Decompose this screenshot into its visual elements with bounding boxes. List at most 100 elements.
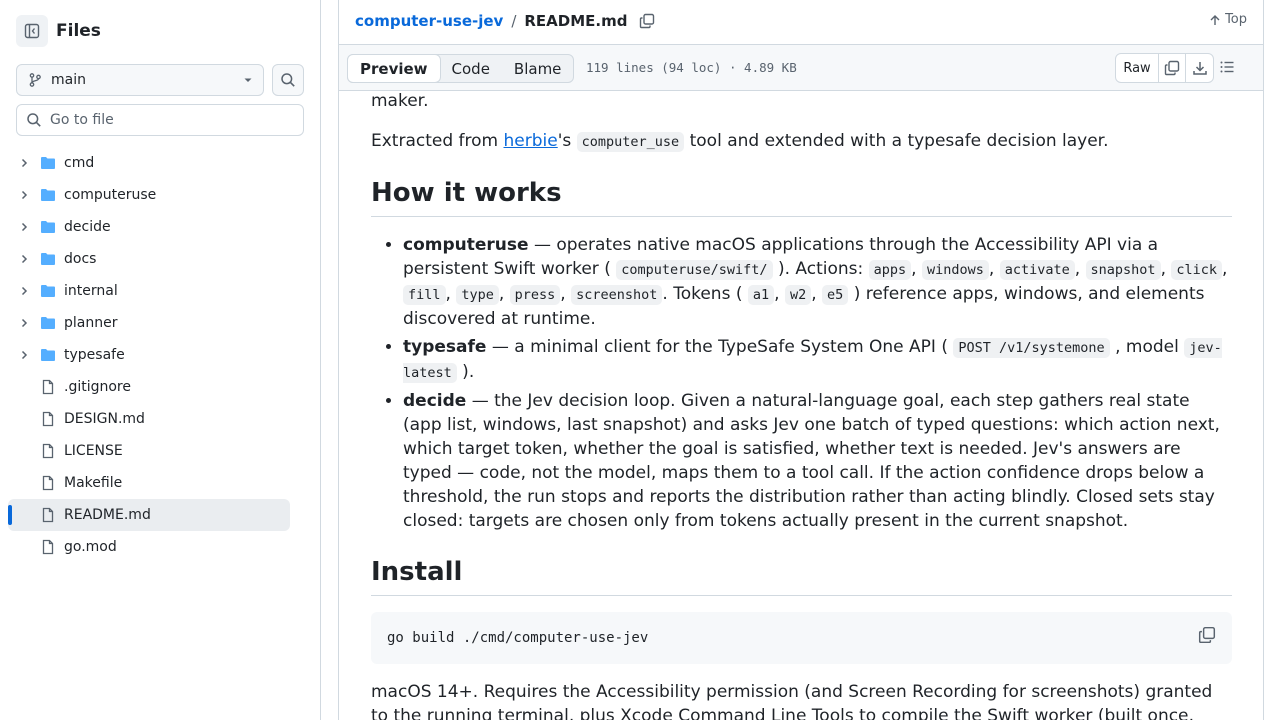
- install-command: go build ./cmd/computer-use-jev: [387, 630, 649, 646]
- tree-folder-typesafe[interactable]: typesafe: [8, 339, 290, 371]
- go-to-file-field[interactable]: [16, 104, 304, 136]
- tree-folder-cmd[interactable]: cmd: [8, 147, 290, 179]
- view-mode-toggle: Preview Code Blame: [347, 54, 575, 83]
- file-icon: [40, 507, 56, 523]
- breadcrumb-file-name: README.md: [524, 12, 628, 30]
- copy-path-button[interactable]: [639, 13, 655, 29]
- tree-item-label: README.md: [64, 507, 151, 523]
- tree-item-label: cmd: [64, 155, 95, 171]
- list-item-decide: decide — the Jev decision loop. Given a …: [403, 389, 1232, 533]
- collapse-sidebar-button[interactable]: [16, 15, 48, 47]
- chevron-right-icon[interactable]: [16, 286, 32, 296]
- inline-code: type: [456, 285, 499, 305]
- folder-icon: [40, 155, 56, 171]
- list-item-computeruse: computeruse — operates native macOS appl…: [403, 233, 1232, 331]
- paragraph-extracted: Extracted from herbie's computer_use too…: [371, 129, 1232, 154]
- raw-button[interactable]: Raw: [1116, 54, 1159, 82]
- tree-item-label: .gitignore: [64, 379, 131, 395]
- tree-item-label: decide: [64, 219, 111, 235]
- tree-file-gitignore[interactable]: .gitignore: [8, 371, 290, 403]
- inline-code: screenshot: [571, 285, 663, 305]
- tab-preview[interactable]: Preview: [347, 54, 441, 83]
- copy-icon: [640, 13, 655, 29]
- breadcrumb-repo-link[interactable]: computer-use-jev: [355, 12, 503, 30]
- sidebar-header: Files: [16, 15, 101, 47]
- text: , model: [1109, 337, 1185, 357]
- tree-folder-docs[interactable]: docs: [8, 243, 290, 275]
- tab-code[interactable]: Code: [440, 55, 502, 82]
- copy-raw-button[interactable]: [1159, 54, 1186, 82]
- tab-blame[interactable]: Blame: [502, 55, 574, 82]
- top-button[interactable]: Top: [1209, 12, 1247, 27]
- copy-icon: [1164, 60, 1180, 76]
- tree-item-label: LICENSE: [64, 443, 123, 459]
- breadcrumb: computer-use-jev / README.md: [355, 10, 655, 32]
- inline-code: windows: [921, 260, 989, 280]
- text: ). Actions:: [772, 259, 869, 279]
- outline-button[interactable]: [1219, 59, 1235, 75]
- file-icon: [40, 475, 56, 491]
- file-view: computer-use-jev / README.md Top Preview…: [338, 0, 1264, 720]
- chevron-right-icon[interactable]: [16, 350, 32, 360]
- active-indicator: [8, 505, 12, 525]
- tree-item-label: typesafe: [64, 347, 125, 363]
- file-icon: [40, 411, 56, 427]
- breadcrumb-separator: /: [511, 12, 517, 30]
- list-unordered-icon: [1220, 61, 1234, 73]
- inline-code: press: [509, 285, 561, 305]
- inline-code: e5: [822, 285, 849, 305]
- download-button[interactable]: [1186, 54, 1213, 82]
- chevron-right-icon[interactable]: [16, 254, 32, 264]
- tree-file-go-mod[interactable]: go.mod: [8, 531, 290, 563]
- sidebar-gutter: [321, 0, 338, 720]
- download-icon: [1192, 62, 1207, 75]
- folder-icon: [40, 251, 56, 267]
- go-to-file-input[interactable]: [50, 112, 290, 128]
- caret-down-icon: [244, 78, 252, 82]
- herbie-link[interactable]: herbie: [504, 131, 558, 151]
- file-toolbar: Preview Code Blame 119 lines (94 loc) · …: [339, 44, 1263, 91]
- search-icon: [281, 73, 295, 87]
- chevron-right-icon[interactable]: [16, 190, 32, 200]
- tree-item-label: internal: [64, 283, 118, 299]
- branch-name: main: [51, 72, 86, 88]
- folder-icon: [40, 219, 56, 235]
- folder-icon: [40, 283, 56, 299]
- branch-selector[interactable]: main: [16, 64, 264, 96]
- file-tree-sidebar: Files main cmd computeruse decide: [0, 0, 321, 720]
- chevron-right-icon[interactable]: [16, 158, 32, 168]
- term: computeruse: [403, 235, 529, 255]
- text: . Tokens (: [662, 284, 748, 304]
- inline-code: activate: [999, 260, 1075, 280]
- chevron-right-icon[interactable]: [16, 222, 32, 232]
- tree-folder-internal[interactable]: internal: [8, 275, 290, 307]
- folder-icon: [40, 347, 56, 363]
- text: tool and extended with a typesafe decisi…: [684, 131, 1109, 151]
- file-info: 119 lines (94 loc) · 4.89 KB: [586, 60, 797, 75]
- tree-file-design-md[interactable]: DESIGN.md: [8, 403, 290, 435]
- tree-file-license[interactable]: LICENSE: [8, 435, 290, 467]
- folder-icon: [40, 187, 56, 203]
- paragraph-fragment: maker.: [371, 91, 429, 111]
- tree-folder-computeruse[interactable]: computeruse: [8, 179, 290, 211]
- text: — the Jev decision loop. Given a natural…: [403, 391, 1220, 531]
- search-button[interactable]: [272, 64, 304, 96]
- chevron-right-icon[interactable]: [16, 318, 32, 328]
- heading-install: Install: [371, 555, 1232, 596]
- inline-code: a1: [747, 285, 775, 305]
- git-branch-icon: [29, 73, 41, 87]
- readme-content: maker. Extracted from herbie's computer_…: [371, 91, 1232, 720]
- inline-code: w2: [784, 285, 812, 305]
- tree-folder-planner[interactable]: planner: [8, 307, 290, 339]
- tree-folder-decide[interactable]: decide: [8, 211, 290, 243]
- file-icon: [40, 379, 56, 395]
- folder-icon: [40, 315, 56, 331]
- tree-file-readme-md[interactable]: README.md: [8, 499, 290, 531]
- arrow-up-icon: [1210, 14, 1220, 25]
- text: 's: [557, 131, 577, 151]
- tree-item-label: planner: [64, 315, 118, 331]
- top-label: Top: [1225, 12, 1247, 27]
- copy-code-button[interactable]: [1198, 626, 1216, 652]
- tree-file-makefile[interactable]: Makefile: [8, 467, 290, 499]
- list-item-typesafe: typesafe — a minimal client for the Type…: [403, 335, 1232, 385]
